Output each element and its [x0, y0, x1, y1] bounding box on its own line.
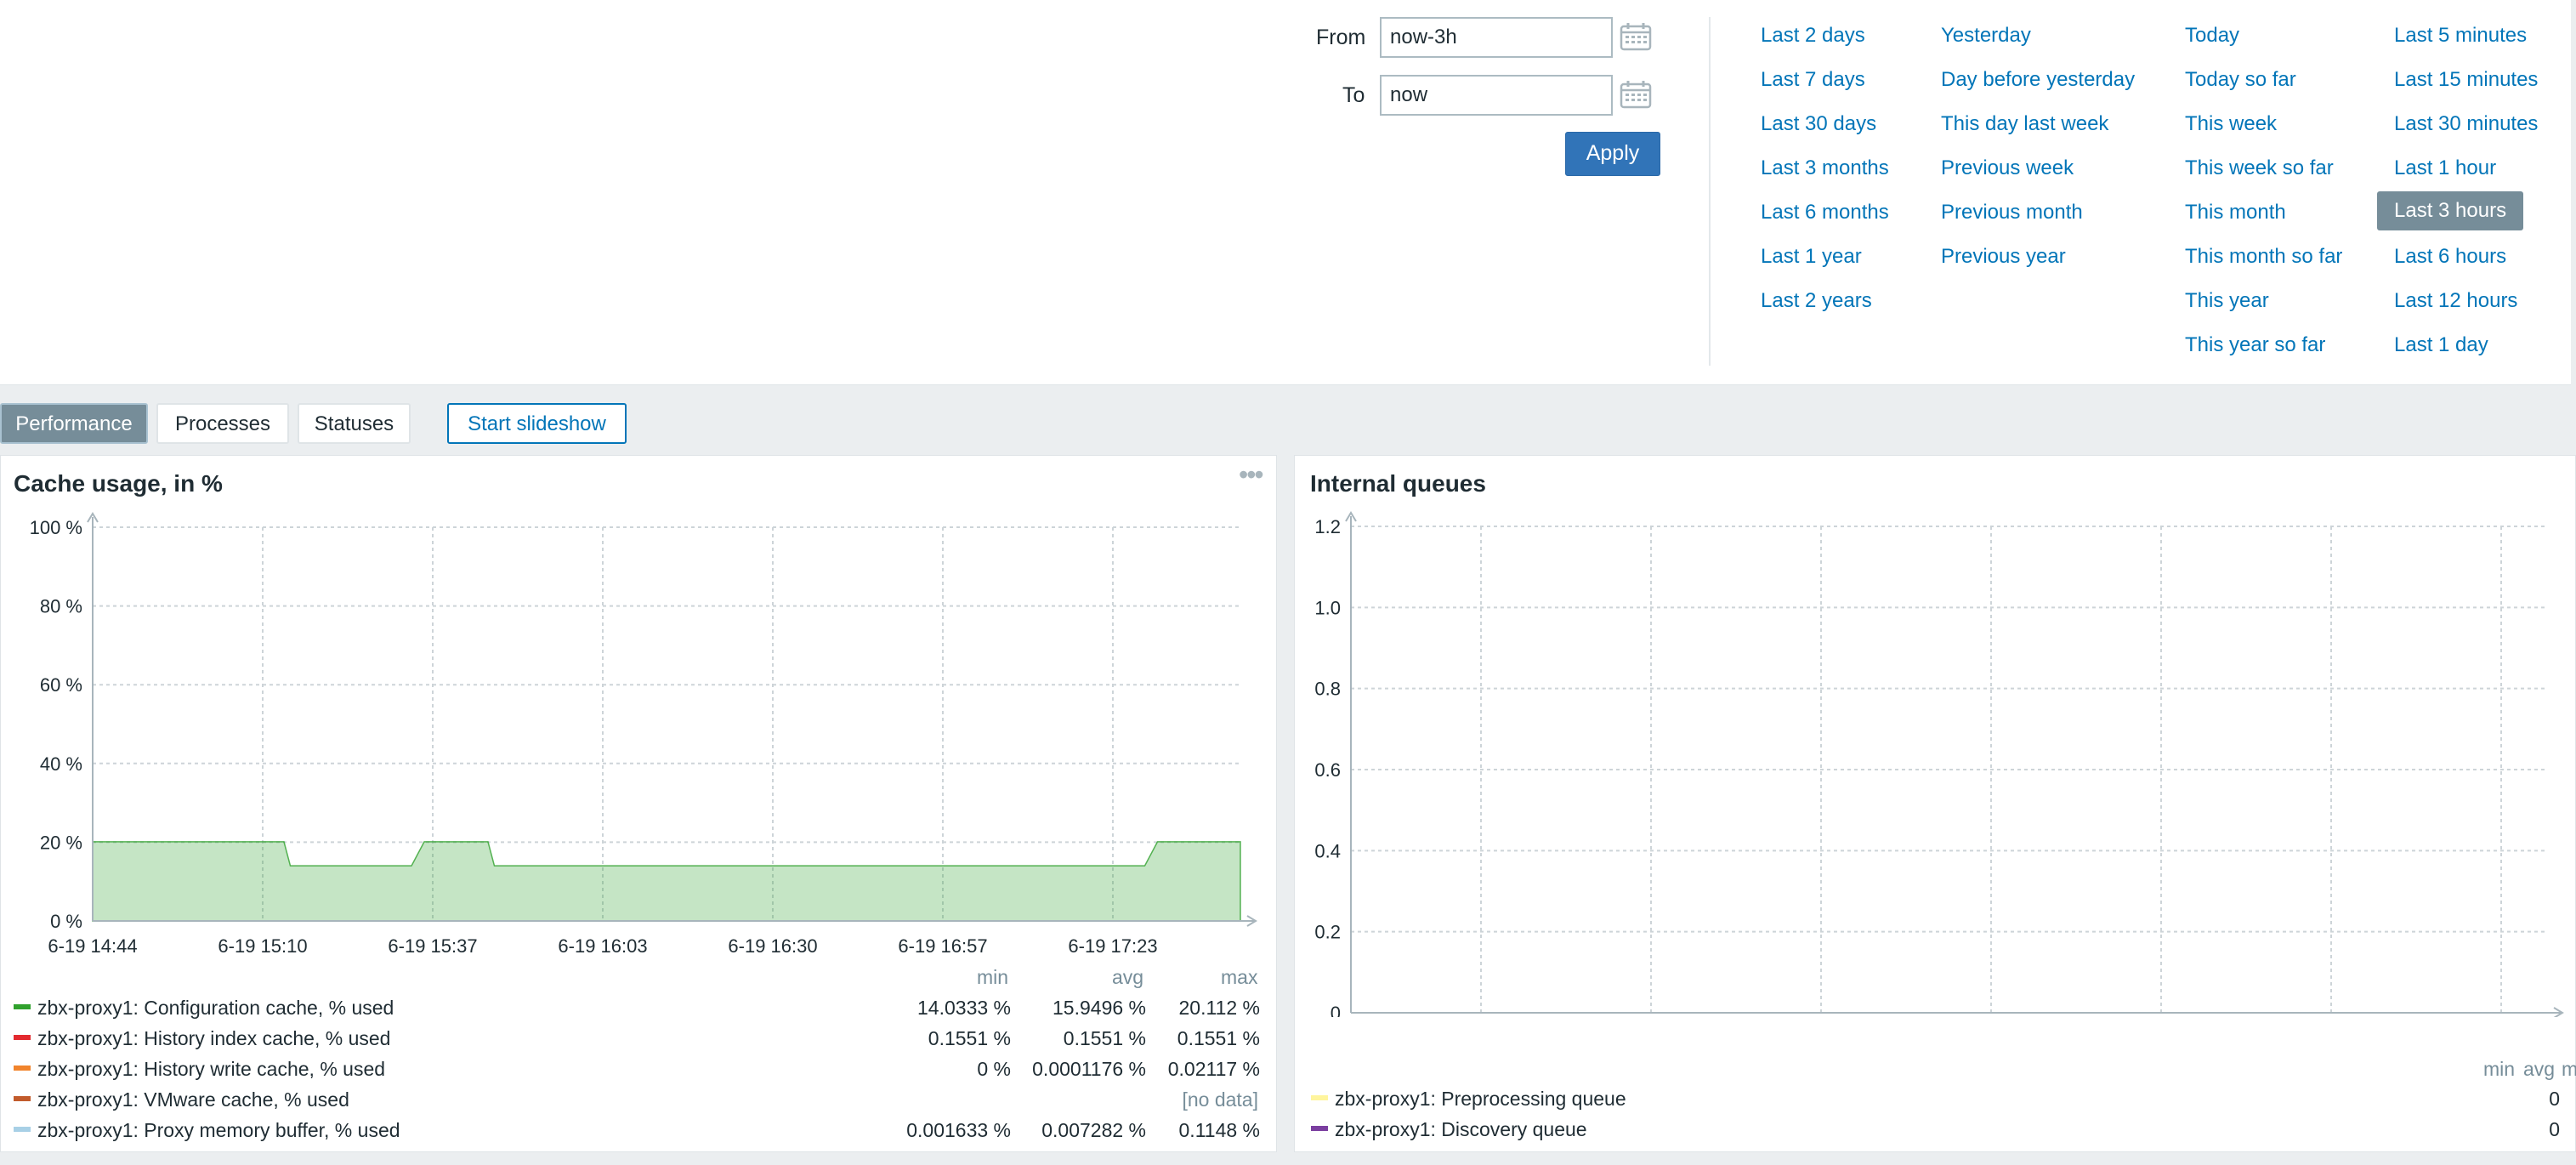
cache-usage-widget: Cache usage, in % ••• 0 % 20 % 40 % 60 % 80 … [0, 455, 1277, 1152]
quick-range-link[interactable]: Last 2 years [1761, 289, 1872, 313]
tab-processes[interactable]: Processes [156, 403, 289, 444]
x-tick-label: 6-19 16:03 [558, 935, 647, 957]
legend-max-value: 0.02117 % [1167, 1058, 1260, 1080]
internal-queues-chart: 00.20.40.60.81.01.26-19 15:036-19 15:296… [1314, 511, 2564, 1017]
quick-range-link[interactable]: Last 5 minutes [2394, 24, 2527, 48]
legend-item-name: zbx-proxy1: Discovery queue [1335, 1118, 1587, 1140]
to-input[interactable] [1380, 75, 1613, 116]
quick-range-link[interactable]: Previous month [1941, 201, 2083, 224]
quick-range-link[interactable]: This year so far [2185, 333, 2325, 357]
y-tick-label: 20 % [40, 832, 82, 853]
y-tick-label: 40 % [40, 753, 82, 775]
quick-range-link[interactable]: Last 6 months [1761, 201, 1889, 224]
quick-range-link[interactable]: This day last week [1941, 112, 2108, 136]
from-label: From [1316, 26, 1366, 49]
quick-range-link[interactable]: This month so far [2185, 245, 2342, 269]
y-tick-label: 80 % [40, 596, 82, 617]
y-tick-label: 1.0 [1314, 597, 1341, 618]
quick-range-link[interactable]: Last 1 year [1761, 245, 1862, 269]
y-tick-label: 60 % [40, 674, 82, 696]
from-input[interactable] [1380, 17, 1613, 58]
tab-performance[interactable]: Performance [0, 403, 148, 444]
start-slideshow-button[interactable]: Start slideshow [447, 403, 627, 444]
quick-range-link[interactable]: Last 30 days [1761, 112, 1876, 136]
legend-max-value: 20.112 % [1178, 997, 1260, 1019]
quick-range-link[interactable]: Last 1 hour [2394, 156, 2496, 180]
legend-max-value: 0.1551 % [1177, 1027, 1260, 1049]
y-tick-label: 0.2 [1314, 922, 1341, 943]
legend-max-header: max [1221, 966, 1258, 988]
quick-range-link[interactable]: Last 15 minutes [2394, 68, 2538, 92]
x-tick-label: 6-19 17:23 [1068, 935, 1157, 957]
series-area [92, 841, 1241, 922]
legend-max-value: 0 [2389, 1088, 2576, 1111]
more-horizontal-icon[interactable]: ••• [1239, 459, 1264, 491]
quick-range-link[interactable]: Last 3 months [1761, 156, 1889, 180]
x-tick-label: 6-19 14:44 [48, 935, 137, 957]
y-tick-label: 0.8 [1314, 679, 1341, 700]
x-tick-label: 6-19 15:10 [218, 935, 307, 957]
legend-item-name: zbx-proxy1: History index cache, % used [37, 1027, 391, 1049]
legend-color-swatch [14, 1004, 31, 1009]
legend-color-swatch [14, 1035, 31, 1040]
legend-min-header: min [2483, 1058, 2516, 1080]
quick-range-link[interactable]: Previous year [1941, 245, 2066, 269]
legend-item-name: zbx-proxy1: VMware cache, % used [37, 1088, 349, 1111]
legend-color-swatch [14, 1127, 31, 1132]
tab-statuses[interactable]: Statuses [298, 403, 411, 444]
quick-range-link[interactable]: Today [2185, 24, 2239, 48]
legend-color-swatch [1311, 1126, 1328, 1131]
widget-title: Cache usage, in % [14, 470, 223, 497]
calendar-icon[interactable] [1620, 22, 1652, 51]
widget-title: Internal queues [1310, 470, 1486, 497]
quick-range-link[interactable]: This month [2185, 201, 2286, 224]
time-filter-panel: From To Apply Last 2 days Last 7 days Last… [0, 0, 2571, 385]
legend-no-data: [no data] [1182, 1088, 1258, 1111]
legend-max-value: 0 [2389, 1118, 2576, 1141]
y-tick-label: 0.6 [1314, 759, 1341, 781]
quick-range-link[interactable]: This week so far [2185, 156, 2334, 180]
quick-range-link[interactable]: Last 2 days [1761, 24, 1865, 48]
calendar-icon[interactable] [1620, 80, 1652, 109]
legend-color-swatch [14, 1066, 31, 1071]
to-label: To [1342, 83, 1365, 107]
internal-queues-widget: Internal queues 00.20.40.60.81.01.26-19 … [1294, 455, 2576, 1152]
legend-item-name: zbx-proxy1: Preprocessing queue [1335, 1088, 1626, 1110]
y-tick-label: 0 % [50, 911, 82, 932]
quick-range-link[interactable]: Today so far [2185, 68, 2296, 92]
filter-divider [1709, 17, 1711, 366]
y-tick-label: 100 % [30, 517, 82, 538]
x-tick-label: 6-19 16:30 [728, 935, 817, 957]
legend-max-value: 0.1148 % [1178, 1119, 1260, 1141]
y-tick-label: 0.4 [1314, 840, 1341, 861]
legend-max-header: max [2562, 1058, 2576, 1080]
y-tick-label: 0 [1331, 1003, 1341, 1017]
quick-range-link[interactable]: Day before yesterday [1941, 68, 2135, 92]
quick-range-link[interactable]: Last 30 minutes [2394, 112, 2538, 136]
legend-item-name: zbx-proxy1: Proxy memory buffer, % used [37, 1119, 400, 1141]
legend-avg-header: avg [1112, 966, 1144, 988]
legend-min-header: min [977, 966, 1009, 988]
x-tick-label: 6-19 16:57 [898, 935, 987, 957]
quick-range-link[interactable]: Previous week [1941, 156, 2074, 180]
quick-range-link[interactable]: Last 3 hours [2377, 191, 2524, 230]
x-tick-label: 6-19 15:37 [388, 935, 477, 957]
legend-color-swatch [14, 1096, 31, 1101]
legend-item-name: zbx-proxy1: History write cache, % used [37, 1058, 386, 1080]
quick-range-link[interactable]: Yesterday [1941, 24, 2031, 48]
legend-color-swatch [1311, 1095, 1328, 1100]
legend-item-name: zbx-proxy1: Configuration cache, % used [37, 997, 394, 1019]
cache-usage-chart: 0 % 20 % 40 % 60 % 80 % 100 % 6-19 14:44 6-19 1… [30, 512, 1257, 957]
quick-range-link[interactable]: Last 12 hours [2394, 289, 2517, 313]
apply-button[interactable]: Apply [1565, 132, 1660, 176]
quick-range-link[interactable]: Last 7 days [1761, 68, 1865, 92]
quick-range-link[interactable]: This week [2185, 112, 2277, 136]
y-tick-label: 1.2 [1314, 516, 1341, 537]
legend-avg-header: avg [2523, 1058, 2556, 1080]
quick-range-link[interactable]: This year [2185, 289, 2269, 313]
quick-range-link[interactable]: Last 6 hours [2394, 245, 2506, 269]
quick-range-link[interactable]: Last 1 day [2394, 333, 2488, 357]
